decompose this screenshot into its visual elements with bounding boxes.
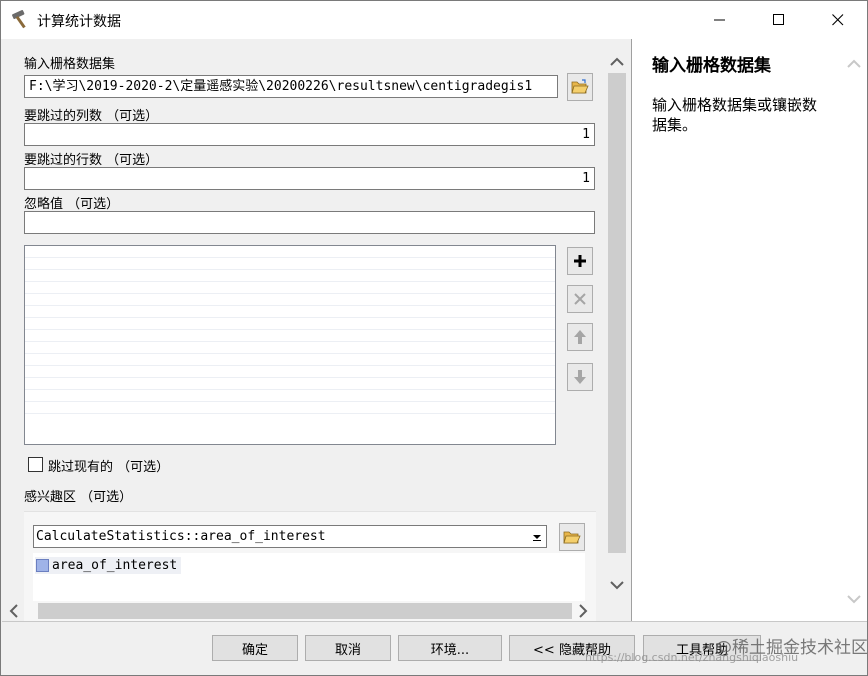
skip-rows-label: 要跳过的行数 （可选） <box>24 153 159 168</box>
chevron-up-icon <box>847 59 861 68</box>
cancel-button[interactable]: 取消 <box>305 635 391 661</box>
add-value-button[interactable] <box>567 247 593 275</box>
help-scroll-up-button[interactable] <box>844 53 864 73</box>
list-item <box>25 390 555 402</box>
polygon-layer-icon <box>36 559 49 572</box>
maximize-icon <box>773 14 784 25</box>
list-item <box>25 318 555 330</box>
open-folder-icon <box>571 79 589 94</box>
skip-existing-label: 跳过现有的 （可选） <box>48 460 170 475</box>
raster-input[interactable]: F:\学习\2019-2020-2\定量遥感实验\20200226\result… <box>24 75 558 98</box>
parameters-panel: 输入栅格数据集 F:\学习\2019-2020-2\定量遥感实验\2020022… <box>2 39 628 621</box>
hammer-icon <box>12 9 26 29</box>
raster-label: 输入栅格数据集 <box>24 57 116 72</box>
close-icon <box>832 14 844 26</box>
help-scroll-down-button[interactable] <box>844 589 864 609</box>
list-item <box>25 342 555 354</box>
help-title: 输入栅格数据集 <box>652 56 771 76</box>
roi-dropdown[interactable]: CalculateStatistics::area_of_interest <box>33 525 547 548</box>
scroll-up-button[interactable] <box>606 49 628 73</box>
minimize-button[interactable] <box>697 1 743 39</box>
tool-dialog-window: 计算统计数据 输入栅格数据集 F:\学习\2019-2020-2\定量遥感实验\… <box>0 0 868 676</box>
help-body: 输入栅格数据集或镶嵌数据集。 <box>652 96 818 134</box>
move-up-button[interactable] <box>567 323 593 351</box>
chevron-down-icon <box>847 594 861 603</box>
h-scroll-thumb[interactable] <box>38 603 572 619</box>
list-item <box>25 282 555 294</box>
vertical-scrollbar[interactable] <box>606 49 628 597</box>
list-item <box>25 294 555 306</box>
remove-icon <box>574 293 586 305</box>
roi-layer-name: area_of_interest <box>52 558 178 573</box>
roi-label: 感兴趣区 （可选） <box>24 490 133 505</box>
maximize-button[interactable] <box>756 1 802 39</box>
roi-layer-item[interactable]: area_of_interest <box>35 557 182 574</box>
chevron-up-icon <box>610 57 624 66</box>
skip-cols-label: 要跳过的列数 （可选） <box>24 109 159 124</box>
list-item <box>25 270 555 282</box>
ignore-value-input[interactable] <box>24 211 595 234</box>
list-item <box>25 258 555 270</box>
list-item <box>25 378 555 390</box>
watermark-url: https://blog.csdn.net/zhangshiqiaoshiu <box>585 651 799 664</box>
ignore-values-list[interactable] <box>24 245 556 445</box>
close-button[interactable] <box>815 1 861 39</box>
roi-dropdown-value: CalculateStatistics::area_of_interest <box>36 529 326 544</box>
list-item <box>25 354 555 366</box>
title-bar: 计算统计数据 <box>1 1 867 39</box>
scroll-right-button[interactable] <box>572 601 594 621</box>
ignore-value-label: 忽略值 （可选） <box>24 197 120 212</box>
skip-existing-checkbox[interactable] <box>28 457 43 472</box>
move-down-button[interactable] <box>567 363 593 391</box>
ok-button[interactable]: 确定 <box>212 635 298 661</box>
skip-cols-input[interactable]: 1 <box>24 123 595 146</box>
list-item <box>25 366 555 378</box>
scroll-down-button[interactable] <box>606 573 628 597</box>
browse-roi-button[interactable] <box>559 523 585 551</box>
open-folder-icon <box>563 531 581 544</box>
chevron-left-icon <box>9 604 18 618</box>
add-icon <box>574 255 586 267</box>
list-item <box>25 306 555 318</box>
minimize-icon <box>714 19 725 21</box>
scroll-thumb[interactable] <box>608 73 626 553</box>
roi-layer-list: area_of_interest <box>33 553 585 601</box>
chevron-right-icon <box>578 604 587 618</box>
move-down-icon <box>574 370 586 384</box>
window-title: 计算统计数据 <box>37 14 121 30</box>
list-item <box>25 330 555 342</box>
list-item <box>25 402 555 414</box>
environments-button[interactable]: 环境... <box>398 635 502 661</box>
remove-value-button[interactable] <box>567 285 593 313</box>
move-up-icon <box>574 330 586 344</box>
chevron-down-icon <box>610 580 624 589</box>
browse-raster-button[interactable] <box>567 73 593 101</box>
skip-rows-input[interactable]: 1 <box>24 167 595 190</box>
list-item <box>25 246 555 258</box>
chevron-down-icon[interactable] <box>528 526 546 547</box>
scroll-left-button[interactable] <box>2 601 24 621</box>
horizontal-scrollbar[interactable] <box>2 601 600 621</box>
help-panel: 输入栅格数据集 输入栅格数据集或镶嵌数据集。 <box>631 39 867 621</box>
